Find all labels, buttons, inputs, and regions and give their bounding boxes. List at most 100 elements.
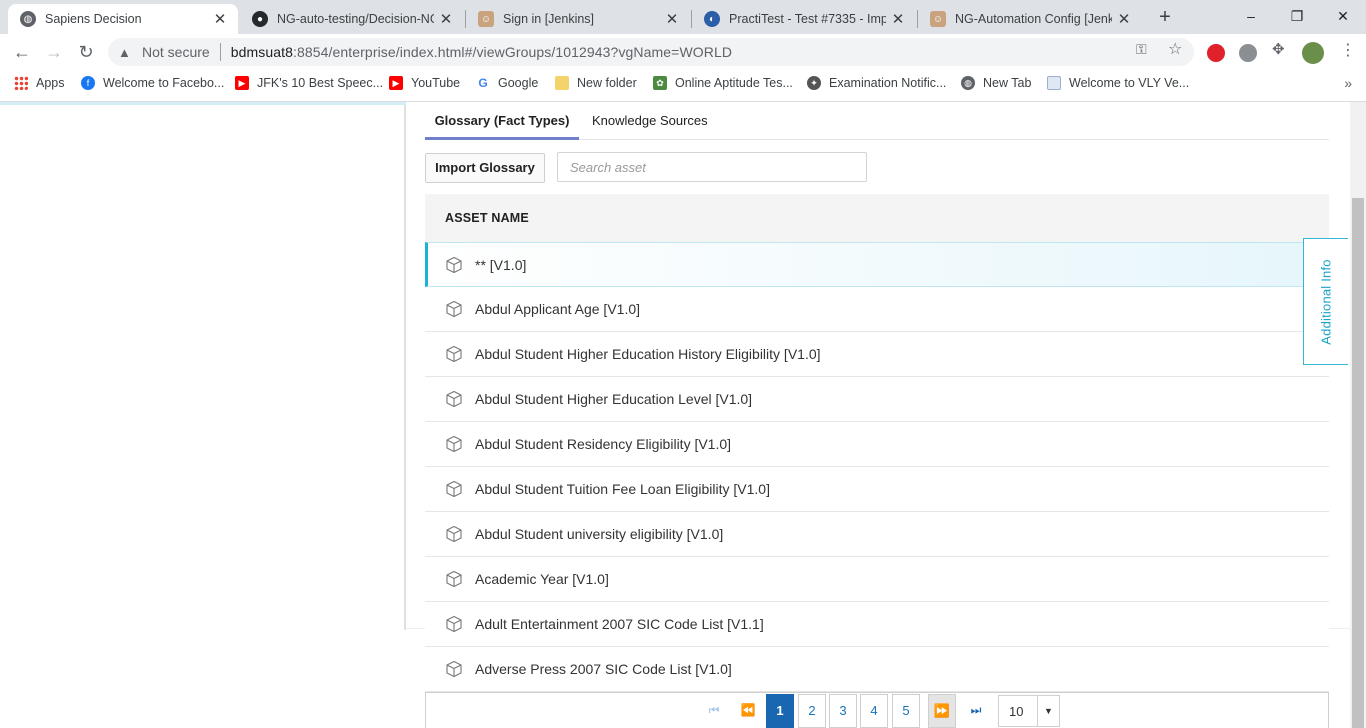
first-page-icon[interactable]: ⏮ (700, 694, 728, 728)
browser-tab-jenkins-sign-in[interactable]: ☺ Sign in [Jenkins] ✕ (466, 4, 690, 34)
close-tab-icon[interactable]: ✕ (890, 10, 906, 28)
bookmark-new-folder[interactable]: New folder (555, 76, 637, 90)
close-tab-icon[interactable]: ✕ (438, 10, 454, 28)
tab-glossary-fact-types[interactable]: Glossary (Fact Types) (425, 102, 579, 140)
close-tab-icon[interactable]: ✕ (664, 10, 680, 28)
browser-tab-title: Sign in [Jenkins] (503, 12, 595, 26)
star-icon[interactable]: ☆ (1168, 39, 1182, 59)
table-row[interactable]: Abdul Student Higher Education Level [V1… (425, 377, 1329, 422)
bookmark-label: Online Aptitude Tes... (675, 76, 793, 90)
pagination: ⏮ ⏪ 1 2 3 4 5 ⏩ ⏭ 10 ▼ (425, 692, 1329, 728)
table-row[interactable]: Abdul Student Residency Eligibility [V1.… (425, 422, 1329, 467)
browser-tab-practitest[interactable]: ◐ PractiTest - Test #7335 - Impor ✕ (692, 4, 916, 34)
cube-icon (446, 480, 462, 498)
minimize-button[interactable]: – (1228, 2, 1274, 30)
browser-tab-ng-automation-config[interactable]: ☺ NG-Automation Config [Jenkin ✕ (918, 4, 1142, 34)
reload-icon[interactable]: ↻ (74, 40, 98, 64)
restore-button[interactable]: ❐ (1274, 2, 1320, 30)
cube-icon (446, 300, 462, 318)
bookmark-label: Apps (36, 76, 65, 90)
column-header-asset-name[interactable]: ASSET NAME (425, 194, 1329, 242)
asset-name: Abdul Student Tuition Fee Loan Eligibili… (475, 481, 770, 497)
table-row[interactable]: Abdul Applicant Age [V1.0] (425, 287, 1329, 332)
table-row[interactable]: Abdul Student Tuition Fee Loan Eligibili… (425, 467, 1329, 512)
close-tab-icon[interactable]: ✕ (212, 10, 228, 28)
back-icon[interactable]: ← (10, 40, 34, 64)
folder-icon (555, 76, 569, 90)
table-row[interactable]: Abdul Student university eligibility [V1… (425, 512, 1329, 557)
bookmark-new-tab[interactable]: ◍ New Tab (961, 76, 1031, 90)
browser-tab-title: Sapiens Decision (45, 12, 142, 26)
table-row[interactable]: Adverse Press 2007 SIC Code List [V1.0] (425, 647, 1329, 692)
page-button-2[interactable]: 2 (798, 694, 826, 728)
address-bar[interactable]: ▲ Not secure bdmsuat8:8854/enterprise/in… (108, 38, 1194, 66)
chevron-down-icon[interactable]: ▼ (1037, 696, 1059, 726)
adblock-extension-icon[interactable] (1207, 44, 1225, 62)
close-tab-icon[interactable]: ✕ (1116, 10, 1132, 28)
browser-toolbar: ← → ↻ ▲ Not secure bdmsuat8:8854/enterpr… (0, 34, 1366, 70)
menu-icon[interactable]: ⋮ (1340, 40, 1356, 60)
browser-tab-github[interactable]: ● NG-auto-testing/Decision-NG ✕ (240, 4, 464, 34)
bookmark-youtube[interactable]: ▶ YouTube (389, 76, 460, 90)
scrollbar-thumb[interactable] (1352, 198, 1364, 728)
warning-icon: ▲ (118, 44, 131, 60)
bookmark-examination-notification[interactable]: ✦ Examination Notific... (807, 76, 946, 90)
page-button-1[interactable]: 1 (766, 694, 794, 728)
bookmark-label: JFK's 10 Best Speec... (257, 76, 384, 90)
table-row[interactable]: ** [V1.0] (425, 242, 1329, 287)
import-glossary-button[interactable]: Import Glossary (425, 153, 545, 183)
scrollbar[interactable] (1350, 102, 1366, 728)
leaf-icon: ✿ (653, 76, 667, 90)
puzzle-icon[interactable]: ✥ (1272, 40, 1285, 58)
asset-name: Abdul Student Residency Eligibility [V1.… (475, 436, 732, 452)
additional-info-tab[interactable]: Additional Info (1303, 238, 1348, 365)
bookmark-label: Google (498, 76, 539, 90)
forward-icon[interactable]: → (42, 40, 66, 64)
tab-knowledge-sources[interactable]: Knowledge Sources (592, 102, 708, 140)
page-button-3[interactable]: 3 (829, 694, 857, 728)
page-size-select[interactable]: 10 ▼ (998, 695, 1060, 727)
bookmark-facebook[interactable]: f Welcome to Facebo... (81, 76, 224, 90)
document-icon (1047, 76, 1061, 90)
new-tab-button[interactable]: + (1154, 6, 1176, 28)
page-button-5[interactable]: 5 (892, 694, 920, 728)
bookmark-vly[interactable]: Welcome to VLY Ve... (1047, 76, 1189, 90)
bookmark-label: Examination Notific... (829, 76, 947, 90)
previous-page-icon[interactable]: ⏪ (734, 694, 762, 728)
avatar[interactable] (1302, 42, 1324, 64)
jenkins-icon: ☺ (930, 11, 946, 27)
extension-icon[interactable] (1239, 44, 1257, 62)
practitest-icon: ◐ (704, 11, 720, 27)
github-icon: ● (252, 11, 268, 27)
bookmark-online-aptitude[interactable]: ✿ Online Aptitude Tes... (653, 76, 793, 90)
bookmark-apps[interactable]: Apps (14, 76, 65, 90)
bookmark-google[interactable]: G Google (476, 76, 538, 90)
content-tabs: Glossary (Fact Types) Knowledge Sources (425, 102, 1329, 140)
bookmark-label: New folder (577, 76, 637, 90)
asset-name: Abdul Student Higher Education History E… (475, 346, 821, 362)
additional-info-label: Additional Info (1318, 258, 1334, 345)
asset-name: Abdul Student Higher Education Level [V1… (475, 391, 753, 407)
youtube-icon: ▶ (235, 76, 249, 90)
more-bookmarks-icon[interactable]: » (1344, 75, 1352, 91)
page-button-4[interactable]: 4 (860, 694, 888, 728)
cube-icon (446, 525, 462, 543)
bookmark-label: YouTube (411, 76, 461, 90)
next-page-icon[interactable]: ⏩ (928, 694, 956, 728)
asset-name: Abdul Applicant Age [V1.0] (475, 301, 641, 317)
cube-icon (446, 615, 462, 633)
search-asset-input[interactable] (557, 152, 867, 182)
bookmark-jfk-speeches[interactable]: ▶ JFK's 10 Best Speec... (235, 76, 383, 90)
table-row[interactable]: Abdul Student Higher Education History E… (425, 332, 1329, 377)
page-size-value: 10 (1009, 704, 1024, 719)
last-page-icon[interactable]: ⏭ (962, 694, 990, 728)
browser-tab-sapiens-decision[interactable]: ◍ Sapiens Decision ✕ (8, 4, 238, 34)
table-row[interactable]: Academic Year [V1.0] (425, 557, 1329, 602)
close-window-button[interactable]: ✕ (1320, 2, 1366, 30)
page-content: Glossary (Fact Types) Knowledge Sources … (0, 102, 1366, 728)
globe-icon: ◍ (961, 76, 975, 90)
key-icon[interactable]: ⚿ (1136, 41, 1147, 58)
cube-icon (446, 345, 462, 363)
table-row[interactable]: Adult Entertainment 2007 SIC Code List [… (425, 602, 1329, 647)
asset-name: Adverse Press 2007 SIC Code List [V1.0] (475, 661, 732, 677)
